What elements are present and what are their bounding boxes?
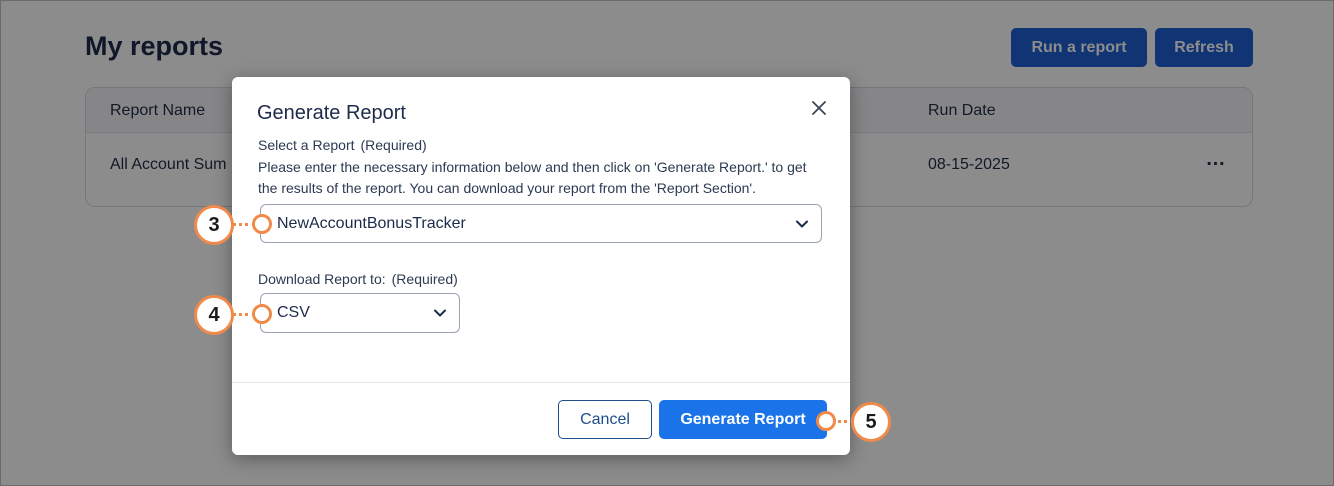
required-tag: (Required) bbox=[391, 271, 458, 287]
callout-badge-4: 4 bbox=[194, 295, 234, 335]
callout-marker bbox=[816, 411, 836, 431]
required-tag: (Required) bbox=[360, 137, 427, 153]
close-icon[interactable] bbox=[808, 97, 830, 119]
app-window: My reports Run a report Refresh Report N… bbox=[0, 0, 1334, 486]
footer-divider bbox=[232, 382, 850, 383]
chevron-down-icon bbox=[434, 309, 446, 317]
callout-marker bbox=[252, 214, 272, 234]
callout-badge-3: 3 bbox=[194, 205, 234, 245]
dialog-title: Generate Report bbox=[257, 102, 406, 124]
format-select-value: CSV bbox=[277, 304, 310, 321]
generate-report-dialog: Generate Report Select a Report (Required… bbox=[232, 77, 850, 455]
cancel-button[interactable]: Cancel bbox=[558, 400, 652, 439]
select-report-label: Select a Report (Required) bbox=[258, 137, 427, 153]
chevron-down-icon bbox=[796, 220, 808, 228]
callout-marker bbox=[252, 304, 272, 324]
download-report-label: Download Report to: (Required) bbox=[258, 271, 458, 287]
report-select[interactable]: NewAccountBonusTracker bbox=[260, 204, 822, 243]
help-text: Please enter the necessary information b… bbox=[258, 159, 807, 196]
format-select[interactable]: CSV bbox=[260, 293, 460, 333]
generate-report-button[interactable]: Generate Report bbox=[659, 400, 827, 439]
report-select-value: NewAccountBonusTracker bbox=[277, 215, 466, 232]
callout-badge-5: 5 bbox=[851, 402, 891, 442]
